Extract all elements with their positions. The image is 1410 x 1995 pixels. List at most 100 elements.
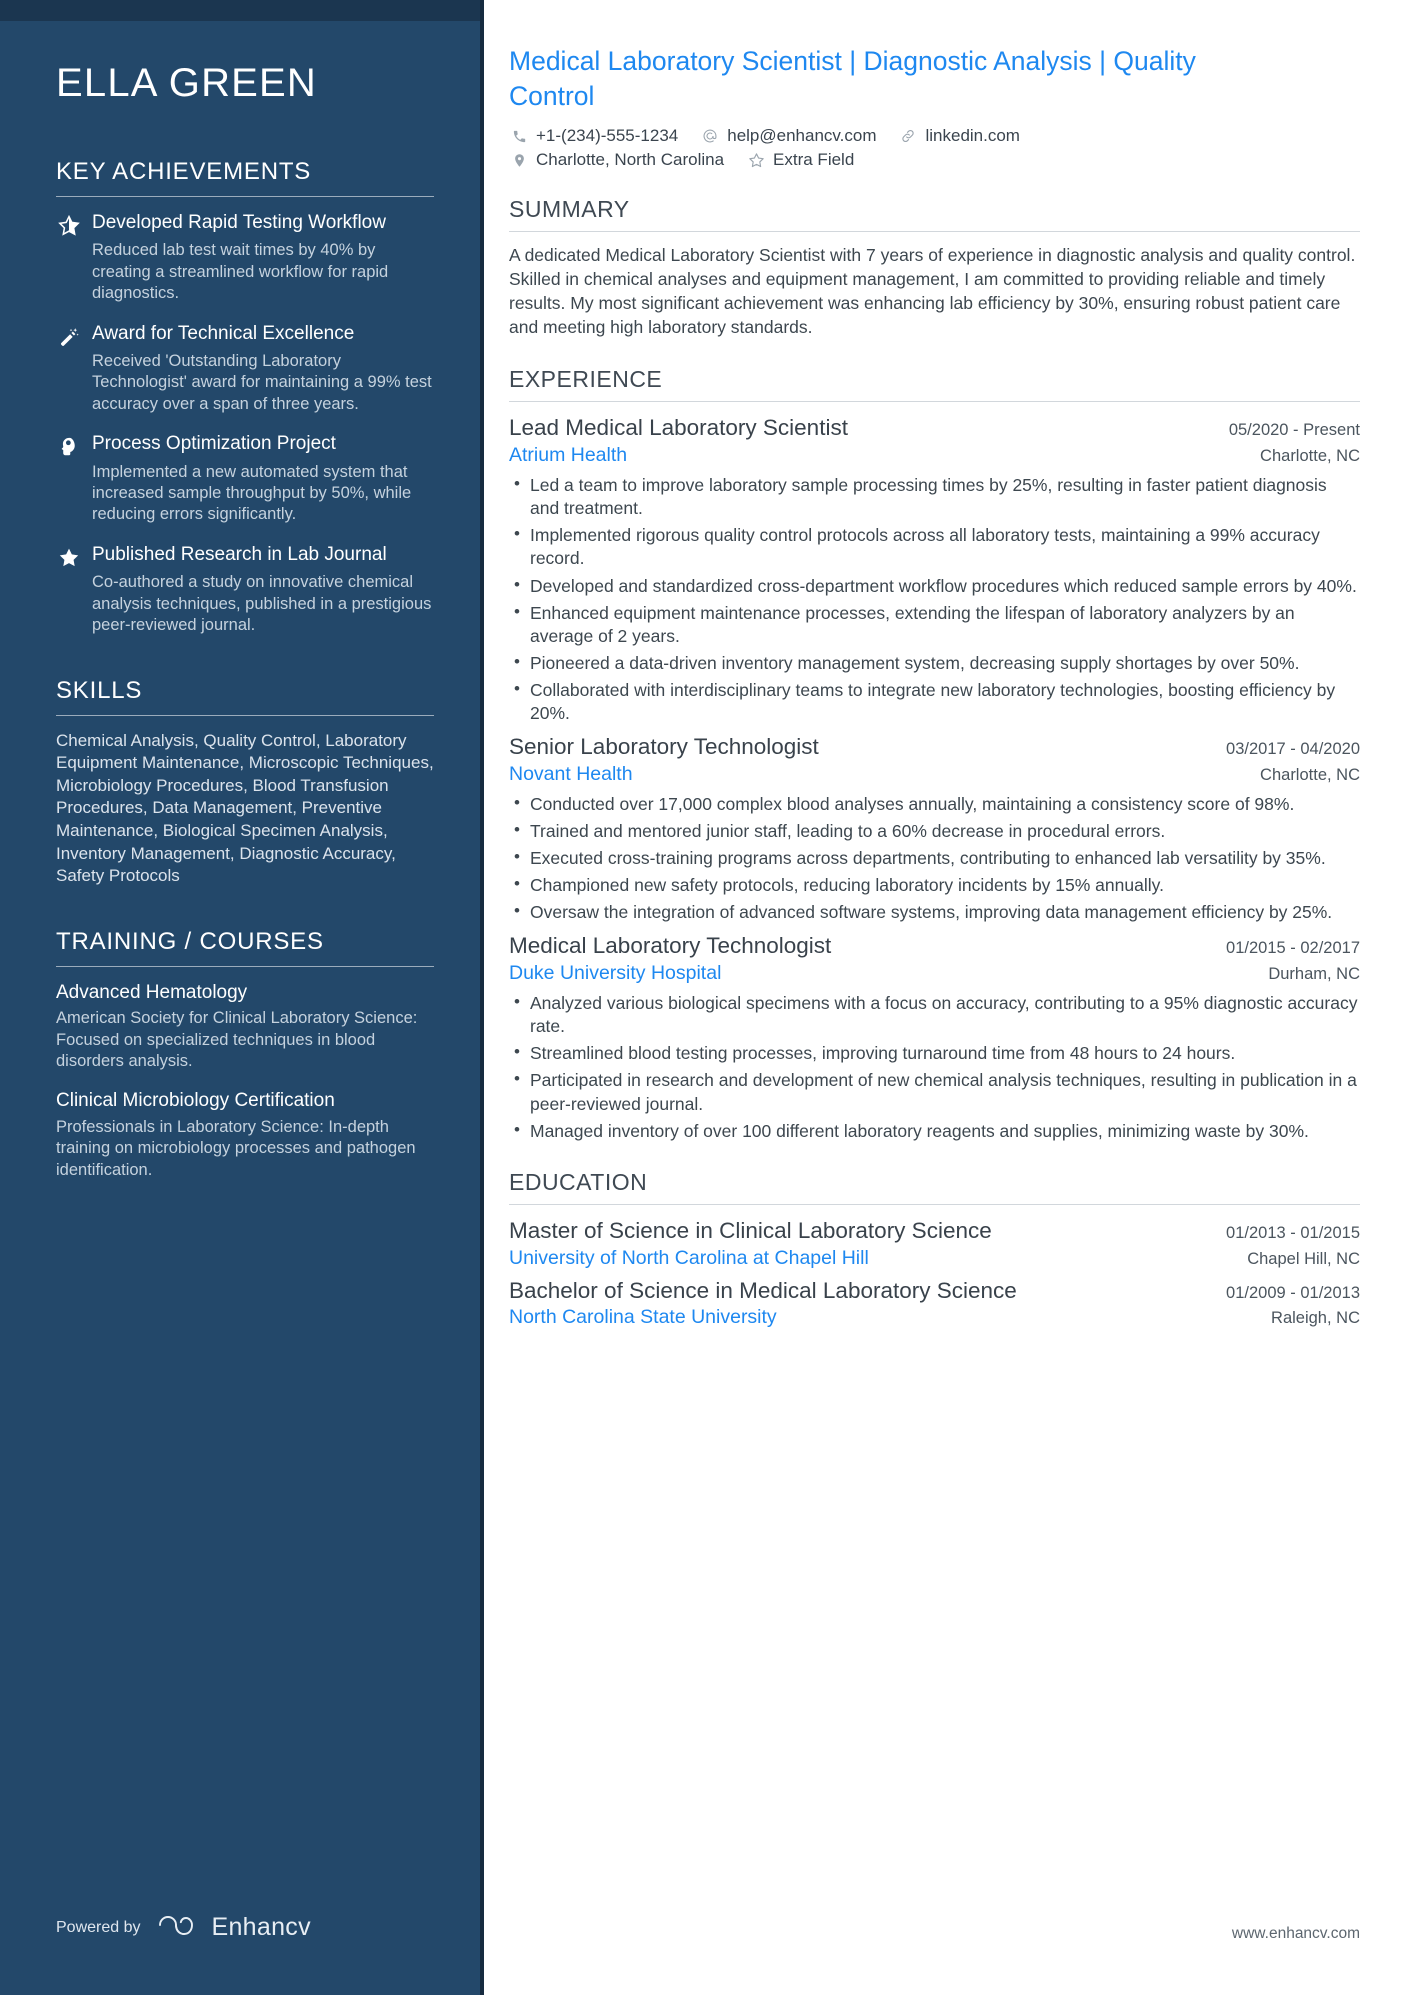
divider xyxy=(56,714,434,716)
achievement-title: Process Optimization Project xyxy=(92,433,336,455)
divider xyxy=(56,965,434,967)
course-description: Professionals in Laboratory Science: In-… xyxy=(56,1117,416,1179)
summary-text: A dedicated Medical Laboratory Scientist… xyxy=(509,245,1356,338)
school-name[interactable]: University of North Carolina at Chapel H… xyxy=(509,1247,1233,1270)
experience-entry-header: Medical Laboratory Technologist 01/2015 … xyxy=(509,932,1360,961)
achievement-item: Developed Rapid Testing Workflow Reduced… xyxy=(56,211,434,305)
section-training-courses: TRAINING / COURSES Advanced Hematology A… xyxy=(56,928,434,1181)
section-heading-experience: EXPERIENCE xyxy=(509,366,663,393)
experience-entry-header: Lead Medical Laboratory Scientist 05/202… xyxy=(509,414,1360,443)
main-column: Medical Laboratory Scientist | Diagnosti… xyxy=(484,0,1410,1995)
job-bullet: Implemented rigorous quality control pro… xyxy=(509,523,1360,570)
section-summary: SUMMARY A dedicated Medical Laboratory S… xyxy=(509,196,1360,340)
divider xyxy=(509,231,1360,233)
link-icon xyxy=(898,128,918,144)
employer-name[interactable]: Duke University Hospital xyxy=(509,962,1254,985)
professional-headline: Medical Laboratory Scientist | Diagnosti… xyxy=(509,46,1196,112)
section-heading-summary: SUMMARY xyxy=(509,196,630,223)
phone-icon xyxy=(509,129,529,144)
job-bullet: Executed cross-training programs across … xyxy=(509,846,1360,870)
job-location: Charlotte, NC xyxy=(1260,447,1360,466)
employer-name[interactable]: Atrium Health xyxy=(509,444,1246,467)
job-bullet: Enhanced equipment maintenance processes… xyxy=(509,601,1360,648)
job-bullet: Streamlined blood testing processes, imp… xyxy=(509,1041,1360,1065)
course-description: American Society for Clinical Laboratory… xyxy=(56,1009,418,1070)
achievement-item: Published Research in Lab Journal Co-aut… xyxy=(56,543,434,637)
achievement-title: Published Research in Lab Journal xyxy=(92,543,387,565)
achievement-body: Process Optimization Project Implemented… xyxy=(92,432,434,526)
course-title: Clinical Microbiology Certification xyxy=(56,1090,335,1112)
job-location: Charlotte, NC xyxy=(1260,765,1360,784)
sidebar: ELLA GREEN KEY ACHIEVEMENTS Developed Ra… xyxy=(0,0,484,1995)
contact-email-value: help@enhancv.com xyxy=(727,126,877,146)
job-bullets: Analyzed various biological specimens wi… xyxy=(509,991,1360,1143)
job-bullet: Trained and mentored junior staff, leadi… xyxy=(509,819,1360,843)
achievement-description: Received 'Outstanding Laboratory Technol… xyxy=(92,351,432,413)
contact-location: Charlotte, North Carolina xyxy=(509,150,724,170)
school-name[interactable]: North Carolina State University xyxy=(509,1306,1257,1329)
contact-extra-field-value: Extra Field xyxy=(773,150,855,170)
candidate-name: ELLA GREEN xyxy=(56,61,318,105)
contact-row-1: +1-(234)-555-1234 help@enhancv.com linke… xyxy=(509,126,1360,146)
star-half-icon xyxy=(56,211,82,237)
achievement-title: Developed Rapid Testing Workflow xyxy=(92,212,386,233)
achievement-body: Developed Rapid Testing Workflow Reduced… xyxy=(92,211,434,305)
job-date-range: 03/2017 - 04/2020 xyxy=(1226,740,1360,759)
contact-phone-value: +1-(234)-555-1234 xyxy=(536,126,679,146)
enhancv-brand-text: Enhancv xyxy=(211,1913,311,1941)
skills-list: Chemical Analysis, Quality Control, Labo… xyxy=(56,730,434,886)
enhancv-brand: Enhancv xyxy=(157,1912,311,1943)
achievement-title: Award for Technical Excellence xyxy=(92,322,355,344)
education-entry-subheader: North Carolina State University Raleigh,… xyxy=(509,1306,1360,1329)
experience-entry: Senior Laboratory Technologist 03/2017 -… xyxy=(509,733,1360,924)
course-title: Advanced Hematology xyxy=(56,981,248,1003)
contact-row-2: Charlotte, North Carolina Extra Field xyxy=(509,150,1360,170)
school-location: Chapel Hill, NC xyxy=(1247,1249,1360,1268)
resume-page: ELLA GREEN KEY ACHIEVEMENTS Developed Ra… xyxy=(0,0,1410,1995)
job-title: Lead Medical Laboratory Scientist xyxy=(509,415,848,441)
star-filled-icon xyxy=(56,543,82,569)
employer-name[interactable]: Novant Health xyxy=(509,763,1246,786)
job-bullets: Conducted over 17,000 complex blood anal… xyxy=(509,792,1360,924)
divider xyxy=(56,196,434,197)
job-bullet: Championed new safety protocols, reducin… xyxy=(509,873,1360,897)
at-sign-icon xyxy=(700,128,720,144)
section-key-achievements: KEY ACHIEVEMENTS Developed Rapid Testing… xyxy=(56,158,434,637)
degree-title: Bachelor of Science in Medical Laborator… xyxy=(509,1277,1017,1303)
site-url-footer: www.enhancv.com xyxy=(1231,1925,1360,1942)
section-heading-key-achievements: KEY ACHIEVEMENTS xyxy=(56,158,312,185)
location-pin-icon xyxy=(509,153,529,168)
achievement-body: Award for Technical Excellence Received … xyxy=(92,322,434,416)
job-date-range: 01/2015 - 02/2017 xyxy=(1226,939,1360,958)
experience-entry-subheader: Atrium Health Charlotte, NC xyxy=(509,444,1360,467)
contact-email: help@enhancv.com xyxy=(700,126,876,146)
education-entry-header: Master of Science in Clinical Laboratory… xyxy=(509,1217,1360,1246)
education-entry: Bachelor of Science in Medical Laborator… xyxy=(509,1277,1360,1330)
sidebar-top-strip xyxy=(0,0,484,21)
job-bullets: Led a team to improve laboratory sample … xyxy=(509,473,1360,725)
job-title: Senior Laboratory Technologist xyxy=(509,734,819,760)
job-bullet: Collaborated with interdisciplinary team… xyxy=(509,678,1360,725)
contact-linkedin: linkedin.com xyxy=(898,126,1020,146)
divider xyxy=(509,401,1360,403)
experience-entry: Lead Medical Laboratory Scientist 05/202… xyxy=(509,414,1360,725)
job-bullet: Conducted over 17,000 complex blood anal… xyxy=(509,792,1360,816)
contact-extra-field: Extra Field xyxy=(746,150,854,170)
job-title: Medical Laboratory Technologist xyxy=(509,933,832,959)
job-bullet: Pioneered a data-driven inventory manage… xyxy=(509,651,1360,675)
contact-location-value: Charlotte, North Carolina xyxy=(536,150,725,170)
achievement-item: Award for Technical Excellence Received … xyxy=(56,322,434,416)
section-education: EDUCATION Master of Science in Clinical … xyxy=(509,1169,1360,1330)
magic-wand-icon xyxy=(56,322,82,348)
job-bullet: Oversaw the integration of advanced soft… xyxy=(509,900,1360,924)
education-entry: Master of Science in Clinical Laboratory… xyxy=(509,1217,1360,1270)
divider xyxy=(509,1203,1360,1205)
contact-linkedin-value: linkedin.com xyxy=(925,126,1020,146)
section-experience: EXPERIENCE Lead Medical Laboratory Scien… xyxy=(509,366,1360,1142)
powered-by-label: Powered by xyxy=(56,1918,141,1936)
achievement-description: Co-authored a study on innovative chemic… xyxy=(92,573,432,635)
education-entry-subheader: University of North Carolina at Chapel H… xyxy=(509,1247,1360,1270)
achievement-item: Process Optimization Project Implemented… xyxy=(56,432,434,526)
section-heading-education: EDUCATION xyxy=(509,1168,648,1195)
section-heading-training: TRAINING / COURSES xyxy=(56,927,324,955)
